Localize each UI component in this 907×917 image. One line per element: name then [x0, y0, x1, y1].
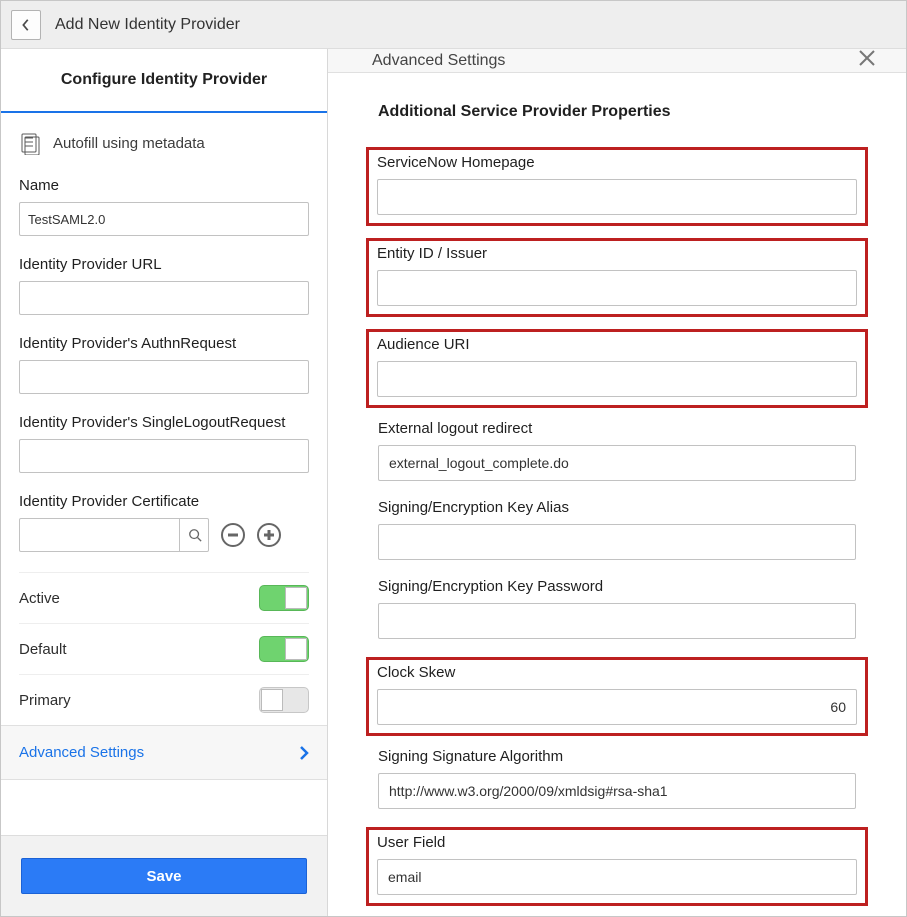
cert-label: Identity Provider Certificate: [19, 493, 309, 510]
autofill-using-metadata[interactable]: Autofill using metadata: [19, 131, 309, 155]
authn-input[interactable]: [19, 360, 309, 394]
key-alias-field: Signing/Encryption Key Alias: [378, 499, 856, 560]
entity-input[interactable]: [377, 270, 857, 306]
primary-row: Primary: [19, 674, 309, 725]
left-panel-body: Autofill using metadata Name Identity Pr…: [1, 113, 327, 835]
active-label: Active: [19, 590, 60, 607]
clock-field: Clock Skew: [377, 664, 857, 725]
section-title: Additional Service Provider Properties: [378, 103, 856, 121]
highlight-user-field: User Field: [366, 827, 868, 906]
plus-icon: [262, 528, 276, 542]
autofill-label: Autofill using metadata: [53, 135, 205, 152]
user-field-input[interactable]: [377, 859, 857, 895]
cert-remove-button[interactable]: [221, 523, 245, 547]
active-row: Active: [19, 572, 309, 623]
sig-alg-label: Signing Signature Algorithm: [378, 748, 856, 765]
ext-logout-field: External logout redirect: [378, 420, 856, 481]
advanced-settings-link[interactable]: Advanced Settings: [1, 725, 327, 780]
homepage-label: ServiceNow Homepage: [377, 154, 857, 171]
idp-url-label: Identity Provider URL: [19, 256, 309, 273]
left-panel: Configure Identity Provider Autofill usi…: [1, 49, 328, 916]
cert-field: Identity Provider Certificate: [19, 493, 309, 552]
close-icon: [858, 49, 876, 67]
back-button[interactable]: [11, 10, 41, 40]
right-panel-title: Advanced Settings: [372, 52, 505, 70]
sig-alg-field: Signing Signature Algorithm: [378, 748, 856, 809]
titlebar: Add New Identity Provider: [1, 1, 906, 49]
name-field: Name: [19, 177, 309, 236]
audience-label: Audience URI: [377, 336, 857, 353]
default-row: Default: [19, 623, 309, 674]
idp-url-field: Identity Provider URL: [19, 256, 309, 315]
right-panel: Advanced Settings Additional Service Pro…: [328, 49, 906, 916]
chevron-right-icon: [299, 745, 309, 761]
user-field-label: User Field: [377, 834, 857, 851]
idp-url-input[interactable]: [19, 281, 309, 315]
identity-provider-window: Add New Identity Provider Configure Iden…: [0, 0, 907, 917]
slo-field: Identity Provider's SingleLogoutRequest: [19, 414, 309, 473]
search-icon: [188, 528, 202, 542]
minus-icon: [226, 528, 240, 542]
highlight-entity: Entity ID / Issuer: [366, 238, 868, 317]
name-input[interactable]: [19, 202, 309, 236]
key-alias-input[interactable]: [378, 524, 856, 560]
entity-label: Entity ID / Issuer: [377, 245, 857, 262]
metadata-icon: [19, 131, 43, 155]
primary-toggle[interactable]: [259, 687, 309, 713]
user-field: User Field: [377, 834, 857, 895]
primary-label: Primary: [19, 692, 71, 709]
slo-label: Identity Provider's SingleLogoutRequest: [19, 414, 309, 431]
clock-label: Clock Skew: [377, 664, 857, 681]
default-label: Default: [19, 641, 67, 658]
key-pw-label: Signing/Encryption Key Password: [378, 578, 856, 595]
highlight-homepage: ServiceNow Homepage: [366, 147, 868, 226]
main-area: Configure Identity Provider Autofill usi…: [1, 49, 906, 916]
name-label: Name: [19, 177, 309, 194]
audience-field: Audience URI: [377, 336, 857, 397]
active-toggle[interactable]: [259, 585, 309, 611]
advanced-settings-label: Advanced Settings: [19, 744, 144, 761]
authn-label: Identity Provider's AuthnRequest: [19, 335, 309, 352]
window-title: Add New Identity Provider: [55, 16, 240, 34]
close-button[interactable]: [858, 49, 876, 72]
sig-alg-input[interactable]: [378, 773, 856, 809]
highlight-clock: Clock Skew: [366, 657, 868, 736]
key-pw-input[interactable]: [378, 603, 856, 639]
audience-input[interactable]: [377, 361, 857, 397]
ext-logout-label: External logout redirect: [378, 420, 856, 437]
slo-input[interactable]: [19, 439, 309, 473]
highlight-audience: Audience URI: [366, 329, 868, 408]
cert-lookup-button[interactable]: [179, 518, 209, 552]
right-panel-header: Advanced Settings: [328, 49, 906, 73]
right-panel-body: Additional Service Provider Properties S…: [328, 73, 906, 917]
save-button[interactable]: Save: [21, 858, 307, 894]
homepage-input[interactable]: [377, 179, 857, 215]
authn-field: Identity Provider's AuthnRequest: [19, 335, 309, 394]
left-panel-title: Configure Identity Provider: [1, 49, 327, 113]
default-toggle[interactable]: [259, 636, 309, 662]
left-footer: Save: [1, 835, 327, 916]
chevron-left-icon: [21, 18, 31, 32]
clock-input[interactable]: [377, 689, 857, 725]
entity-field: Entity ID / Issuer: [377, 245, 857, 306]
ext-logout-input[interactable]: [378, 445, 856, 481]
cert-add-button[interactable]: [257, 523, 281, 547]
homepage-field: ServiceNow Homepage: [377, 154, 857, 215]
key-pw-field: Signing/Encryption Key Password: [378, 578, 856, 639]
key-alias-label: Signing/Encryption Key Alias: [378, 499, 856, 516]
